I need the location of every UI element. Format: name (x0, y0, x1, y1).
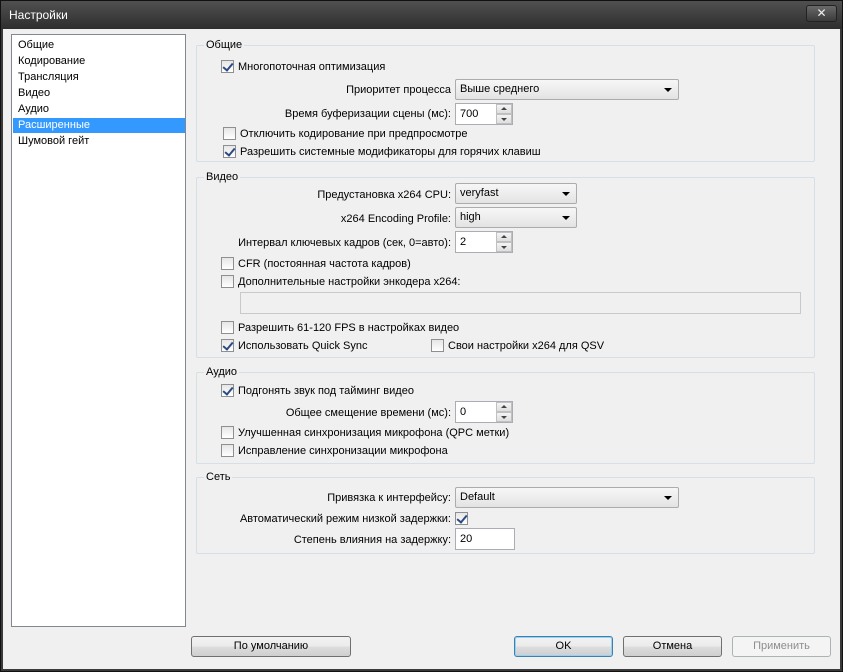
disable-preview-checkbox[interactable]: Отключить кодирование при предпросмотре (223, 127, 468, 140)
hotkey-modifiers-label: Разрешить системные модификаторы для гор… (240, 145, 541, 158)
custom-x264-label: Дополнительные настройки энкодера x264: (238, 275, 461, 288)
low-latency-label: Автоматический режим низкой задержки: (239, 513, 451, 525)
qsv-custom-label: Свои настройки x264 для QSV (448, 339, 605, 352)
keyframe-value: 2 (460, 236, 467, 248)
ok-button[interactable]: OK (514, 636, 613, 657)
low-latency-checkbox[interactable] (455, 512, 472, 525)
hotkey-modifiers-checkbox[interactable]: Разрешить системные модификаторы для гор… (223, 145, 541, 158)
group-title-audio: Аудио (204, 366, 240, 378)
mic-sync-label: Улучшенная синхронизация микрофона (QPC … (238, 426, 510, 439)
nav-item-general[interactable]: Общие (13, 38, 185, 53)
low-latency-checkbox-box[interactable] (455, 512, 468, 525)
general-group: Общие Многопоточная оптимизация Приорите… (196, 39, 815, 162)
disable-preview-checkbox-box[interactable] (223, 127, 236, 140)
cancel-button[interactable]: Отмена (623, 636, 722, 657)
chevron-down-icon (562, 216, 570, 220)
preset-value: veryfast (460, 187, 499, 199)
multithread-checkbox-box[interactable] (221, 60, 234, 73)
arrow-down-icon[interactable] (496, 114, 512, 124)
nav-item-encoding[interactable]: Кодирование (13, 54, 185, 69)
profile-dropdown[interactable]: high (455, 207, 577, 228)
latency-factor-input[interactable]: 20 (455, 528, 515, 550)
multithread-label: Многопоточная оптимизация (238, 60, 386, 73)
chevron-down-icon (664, 88, 672, 92)
custom-x264-checkbox[interactable]: Дополнительные настройки энкодера x264: (221, 275, 461, 288)
cfr-checkbox[interactable]: CFR (постоянная частота кадров) (221, 257, 411, 270)
group-title-video: Видео (204, 171, 241, 183)
quicksync-label: Использовать Quick Sync (238, 339, 368, 352)
priority-label: Приоритет процесса (346, 84, 451, 96)
preset-label: Предустановка x264 CPU: (317, 189, 451, 201)
qsv-custom-checkbox-box[interactable] (431, 339, 444, 352)
bind-value: Default (460, 491, 495, 503)
fps-label: Разрешить 61-120 FPS в настройках видео (238, 321, 460, 334)
close-icon: ✕ (816, 6, 827, 20)
offset-value: 0 (460, 406, 467, 418)
settings-window: Настройки ✕ Общие Кодирование Трансляция… (0, 0, 843, 672)
disable-preview-label: Отключить кодирование при предпросмотре (240, 127, 468, 140)
dialog-client-area: Общие Кодирование Трансляция Видео Аудио… (3, 29, 840, 669)
chevron-down-icon (664, 496, 672, 500)
priority-value: Выше среднего (460, 83, 540, 95)
audio-sync-checkbox[interactable]: Подгонять звук под тайминг видео (221, 384, 414, 397)
profile-label: x264 Encoding Profile: (340, 213, 451, 225)
fps-checkbox-box[interactable] (221, 321, 234, 334)
audio-sync-checkbox-box[interactable] (221, 384, 234, 397)
close-button[interactable]: ✕ (806, 5, 837, 22)
mic-fix-checkbox[interactable]: Исправление синхронизации микрофона (221, 444, 448, 457)
nav-item-broadcast[interactable]: Трансляция (13, 70, 185, 85)
nav-item-noise-gate[interactable]: Шумовой гейт (13, 134, 185, 149)
buffer-stepper[interactable]: 700 (455, 103, 513, 125)
arrow-up-icon[interactable] (496, 402, 512, 412)
mic-sync-checkbox[interactable]: Улучшенная синхронизация микрофона (QPC … (221, 426, 509, 439)
bind-dropdown[interactable]: Default (455, 487, 679, 508)
nav-item-video[interactable]: Видео (13, 86, 185, 101)
chevron-down-icon (562, 192, 570, 196)
keyframe-label: Интервал ключевых кадров (сек, 0=авто): (238, 237, 451, 249)
defaults-button[interactable]: По умолчанию (191, 636, 351, 657)
window-title: Настройки (9, 8, 68, 22)
arrow-down-icon[interactable] (496, 242, 512, 252)
profile-value: high (460, 211, 481, 223)
quicksync-checkbox[interactable]: Использовать Quick Sync (221, 339, 367, 352)
settings-category-list: Общие Кодирование Трансляция Видео Аудио… (11, 34, 186, 627)
arrow-up-icon[interactable] (496, 232, 512, 242)
group-title-network: Сеть (204, 471, 233, 483)
hotkey-modifiers-checkbox-box[interactable] (223, 145, 236, 158)
latency-factor-label: Степень влияния на задержку: (293, 534, 451, 546)
cfr-checkbox-box[interactable] (221, 257, 234, 270)
video-group: Видео Предустановка x264 CPU: veryfast x… (196, 171, 815, 358)
mic-fix-checkbox-box[interactable] (221, 444, 234, 457)
custom-x264-input[interactable] (240, 292, 801, 314)
custom-x264-checkbox-box[interactable] (221, 275, 234, 288)
buffer-value: 700 (460, 108, 479, 120)
qsv-custom-checkbox[interactable]: Свои настройки x264 для QSV (431, 339, 604, 352)
nav-item-audio[interactable]: Аудио (13, 102, 185, 117)
preset-dropdown[interactable]: veryfast (455, 183, 577, 204)
mic-sync-checkbox-box[interactable] (221, 426, 234, 439)
nav-item-advanced[interactable]: Расширенные (13, 118, 185, 133)
keyframe-stepper[interactable]: 2 (455, 231, 513, 253)
offset-stepper[interactable]: 0 (455, 401, 513, 423)
offset-label: Общее смещение времени (мс): (285, 407, 451, 419)
priority-dropdown[interactable]: Выше среднего (455, 79, 679, 100)
bind-label: Привязка к интерфейсу: (327, 492, 451, 504)
apply-button[interactable]: Применить (732, 636, 831, 657)
fps-checkbox[interactable]: Разрешить 61-120 FPS в настройках видео (221, 321, 459, 334)
network-group: Сеть Привязка к интерфейсу: Default Авто… (196, 471, 815, 554)
mic-fix-label: Исправление синхронизации микрофона (238, 444, 448, 457)
multithread-checkbox[interactable]: Многопоточная оптимизация (221, 60, 385, 73)
quicksync-checkbox-box[interactable] (221, 339, 234, 352)
audio-group: Аудио Подгонять звук под тайминг видео О… (196, 366, 815, 464)
buffer-label: Время буферизации сцены (мс): (284, 108, 451, 120)
latency-factor-value: 20 (460, 533, 473, 545)
cfr-label: CFR (постоянная частота кадров) (238, 257, 411, 270)
arrow-up-icon[interactable] (496, 104, 512, 114)
group-title-general: Общие (204, 39, 245, 51)
audio-sync-label: Подгонять звук под тайминг видео (238, 384, 414, 397)
title-bar[interactable]: Настройки ✕ (1, 1, 842, 29)
arrow-down-icon[interactable] (496, 412, 512, 422)
